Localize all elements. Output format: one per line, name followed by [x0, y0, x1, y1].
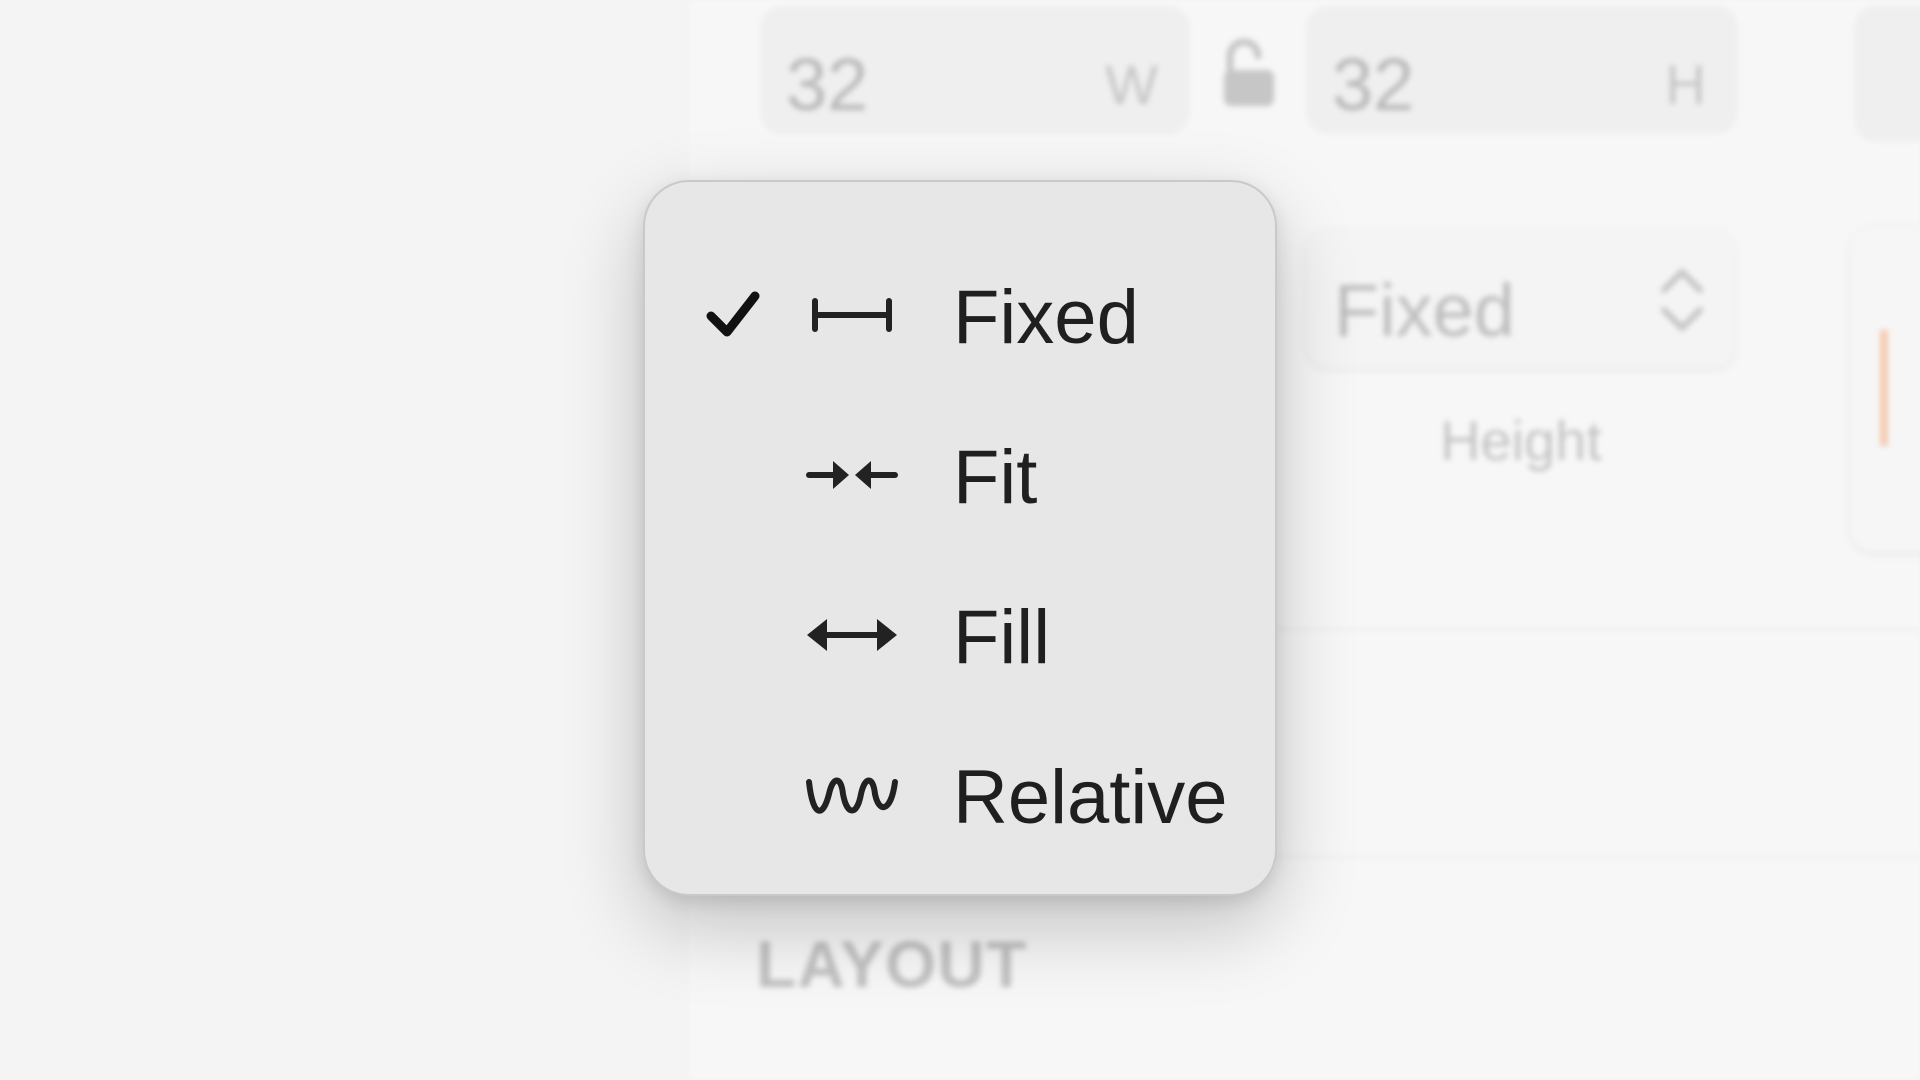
fill-arrows-icon — [807, 619, 897, 651]
menu-item-label: Relative — [953, 755, 1228, 840]
section-title-layout: LAYOUT — [756, 927, 1028, 1001]
fixed-width-icon — [812, 298, 892, 332]
sizing-mode-menu: Fixed Fit Fill Relative — [643, 180, 1277, 896]
preview-mark — [1880, 330, 1888, 446]
menu-item-fit[interactable]: Fit — [645, 410, 1275, 540]
height-sizing-select[interactable]: Fixed — [1306, 228, 1736, 368]
unlock-icon[interactable] — [1220, 38, 1278, 108]
height-unit-label: H — [1665, 53, 1706, 116]
height-label: Height — [1440, 409, 1602, 472]
menu-item-label: Fit — [953, 435, 1038, 520]
menu-item-relative[interactable]: Relative — [645, 730, 1275, 860]
menu-item-label: Fixed — [953, 275, 1139, 360]
width-unit-label: W — [1105, 53, 1158, 116]
width-field[interactable]: 32 W — [760, 6, 1190, 134]
height-sizing-value: Fixed — [1334, 269, 1515, 352]
chevron-up-down-icon — [1661, 269, 1703, 331]
menu-item-label: Fill — [953, 595, 1051, 680]
relative-wave-icon — [806, 777, 898, 814]
height-field[interactable]: 32 H — [1306, 6, 1738, 134]
height-value: 32 — [1332, 43, 1415, 126]
checkmark-icon — [706, 291, 760, 337]
extra-field[interactable] — [1854, 6, 1920, 142]
menu-item-fill[interactable]: Fill — [645, 570, 1275, 700]
fit-arrows-icon — [806, 461, 898, 489]
menu-item-fixed[interactable]: Fixed — [645, 250, 1275, 380]
width-value: 32 — [786, 43, 869, 126]
canvas-area — [0, 0, 686, 1080]
